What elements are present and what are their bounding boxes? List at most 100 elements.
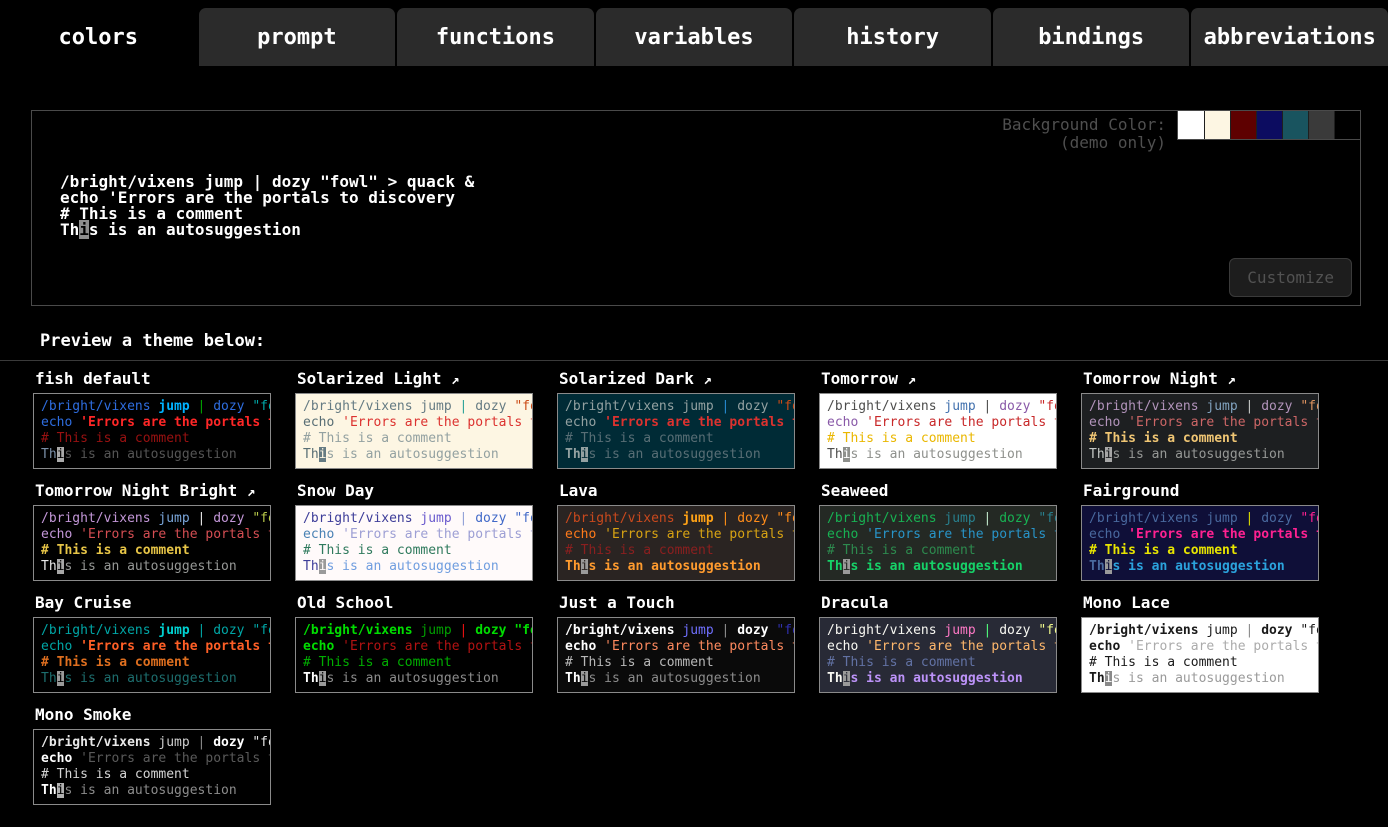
token-path: /bright/vixens — [827, 511, 937, 526]
theme-sample[interactable]: /bright/vixens jump | dozy "fowl" > quac… — [819, 617, 1057, 693]
token-quote: "fowl" — [1300, 399, 1319, 414]
theme-name[interactable]: Mono Smoke — [35, 705, 295, 724]
theme-name[interactable]: Lava — [559, 481, 819, 500]
token-path: /bright/vixens — [41, 623, 151, 638]
theme-name[interactable]: Seaweed — [821, 481, 1081, 500]
customize-button[interactable]: Customize — [1229, 258, 1352, 297]
token-plain — [72, 527, 80, 542]
sample-line: This is an autosuggestion — [303, 559, 525, 575]
theme-name[interactable]: Tomorrow Night ↗ — [1083, 369, 1343, 388]
sample-line: /bright/vixens jump | dozy "fowl" > quac… — [565, 511, 787, 527]
tab-colors[interactable]: colors — [0, 8, 197, 66]
token-comment: # This is a comment — [1089, 655, 1238, 670]
token-typed: Th — [1089, 559, 1105, 574]
token-plain — [334, 415, 342, 430]
theme-name[interactable]: Snow Day — [297, 481, 557, 500]
token-quote: "fowl" — [252, 735, 271, 750]
bg-swatch[interactable] — [1308, 111, 1334, 139]
token-comment: # This is a comment — [303, 431, 452, 446]
theme-name[interactable]: Just a Touch — [559, 593, 819, 612]
theme-sample[interactable]: /bright/vixens jump | dozy "fowl" > quac… — [557, 505, 795, 581]
theme-name[interactable]: Solarized Dark ↗ — [559, 369, 819, 388]
token-comment: # This is a comment — [827, 431, 976, 446]
tab-functions[interactable]: functions — [397, 8, 594, 66]
token-comment: # This is a comment — [1089, 431, 1238, 446]
theme-name[interactable]: Old School — [297, 593, 557, 612]
sample-line: /bright/vixens jump | dozy "fowl" > quac… — [827, 399, 1049, 415]
theme-sample[interactable]: /bright/vixens jump | dozy "fowl" > quac… — [295, 393, 533, 469]
token-path: /bright/vixens — [303, 511, 413, 526]
sample-line: # This is a comment — [303, 431, 525, 447]
theme-sample[interactable]: /bright/vixens jump | dozy "fowl" > quac… — [295, 505, 533, 581]
theme-sample[interactable]: /bright/vixens jump | dozy "fowl" > quac… — [33, 505, 271, 581]
token-command: jump — [1206, 511, 1237, 526]
theme-sample[interactable]: /bright/vixens jump | dozy "fowl" > quac… — [557, 393, 795, 469]
bg-swatch[interactable] — [1204, 111, 1230, 139]
sample-line: # This is a comment — [41, 431, 263, 447]
tab-prompt[interactable]: prompt — [199, 8, 396, 66]
sample-line: echo 'Errors are the portals to discover… — [565, 639, 787, 655]
token-comment: # This is a comment — [827, 655, 976, 670]
token-command2: dozy — [999, 511, 1030, 526]
theme-sample[interactable]: /bright/vixens jump | dozy "fowl" > quac… — [1081, 617, 1319, 693]
tab-abbreviations[interactable]: abbreviations — [1191, 8, 1388, 66]
tab-bar: colorspromptfunctionsvariableshistorybin… — [0, 8, 1388, 66]
tab-history[interactable]: history — [794, 8, 991, 66]
token-command2: dozy — [475, 511, 506, 526]
token-plain — [452, 399, 460, 414]
theme-name[interactable]: Fairground — [1083, 481, 1343, 500]
bg-swatch[interactable] — [1178, 111, 1204, 139]
bg-swatch[interactable] — [1282, 111, 1308, 139]
theme-name[interactable]: Dracula — [821, 593, 1081, 612]
theme-sample[interactable]: /bright/vixens jump | dozy "fowl" > quac… — [557, 617, 795, 693]
theme-card: fish default/bright/vixens jump | dozy "… — [33, 369, 295, 469]
theme-sample[interactable]: /bright/vixens jump | dozy "fowl" > quac… — [33, 729, 271, 805]
token-path: /bright/vixens — [827, 399, 937, 414]
token-suggestion: s is an autosuggestion — [1112, 559, 1284, 574]
token-plain — [714, 511, 722, 526]
token-string: 'Errors are the portals to discovery — [342, 639, 533, 654]
token-plain — [455, 172, 465, 191]
token-command: jump — [420, 623, 451, 638]
bg-swatch[interactable] — [1334, 111, 1360, 139]
theme-sample[interactable]: /bright/vixens jump | dozy "fowl" > quac… — [819, 505, 1057, 581]
theme-name[interactable]: fish default — [35, 369, 295, 388]
theme-name[interactable]: Tomorrow ↗ — [821, 369, 1081, 388]
token-comment: # This is a comment — [303, 543, 452, 558]
token-path: /bright/vixens — [1089, 511, 1199, 526]
token-suggestion: s is an autosuggestion — [1112, 447, 1284, 462]
theme-card: Solarized Light ↗ /bright/vixens jump | d… — [295, 369, 557, 469]
bg-swatch[interactable] — [1256, 111, 1282, 139]
token-path: /bright/vixens — [565, 623, 675, 638]
bg-swatch[interactable] — [1230, 111, 1256, 139]
token-plain — [1120, 527, 1128, 542]
theme-sample[interactable]: /bright/vixens jump | dozy "fowl" > quac… — [1081, 505, 1319, 581]
theme-name[interactable]: Bay Cruise — [35, 593, 295, 612]
theme-card: Mono Lace/bright/vixens jump | dozy "fow… — [1081, 593, 1343, 693]
token-plain — [190, 623, 198, 638]
token-string: 'Errors are the portals to discovery — [604, 527, 795, 542]
theme-name[interactable]: Mono Lace — [1083, 593, 1343, 612]
theme-sample[interactable]: /bright/vixens jump | dozy "fowl" > quac… — [295, 617, 533, 693]
tab-bindings[interactable]: bindings — [993, 8, 1190, 66]
tab-variables[interactable]: variables — [596, 8, 793, 66]
theme-sample[interactable]: /bright/vixens jump | dozy "fowl" > quac… — [819, 393, 1057, 469]
token-comment: # This is a comment — [41, 767, 190, 782]
theme-sample[interactable]: /bright/vixens jump | dozy "fowl" > quac… — [33, 617, 271, 693]
token-comment: # This is a comment — [41, 543, 190, 558]
sample-line: # This is a comment — [827, 543, 1049, 559]
token-string: 'Errors are the portals to discovery — [1128, 639, 1319, 654]
sample-line: # This is a comment — [303, 655, 525, 671]
token-command: jump — [944, 399, 975, 414]
token-plain — [1238, 399, 1246, 414]
theme-sample[interactable]: /bright/vixens jump | dozy "fowl" > quac… — [33, 393, 271, 469]
token-string: 'Errors are the portals to discovery — [1128, 527, 1319, 542]
token-plain — [1238, 511, 1246, 526]
token-typed: Th — [565, 671, 581, 686]
theme-name[interactable]: Solarized Light ↗ — [297, 369, 557, 388]
sample-line: echo 'Errors are the portals to discover… — [41, 751, 263, 767]
theme-card: Bay Cruise/bright/vixens jump | dozy "fo… — [33, 593, 295, 693]
token-comment: # This is a comment — [303, 655, 452, 670]
theme-sample[interactable]: /bright/vixens jump | dozy "fowl" > quac… — [1081, 393, 1319, 469]
theme-name[interactable]: Tomorrow Night Bright ↗ — [35, 481, 295, 500]
